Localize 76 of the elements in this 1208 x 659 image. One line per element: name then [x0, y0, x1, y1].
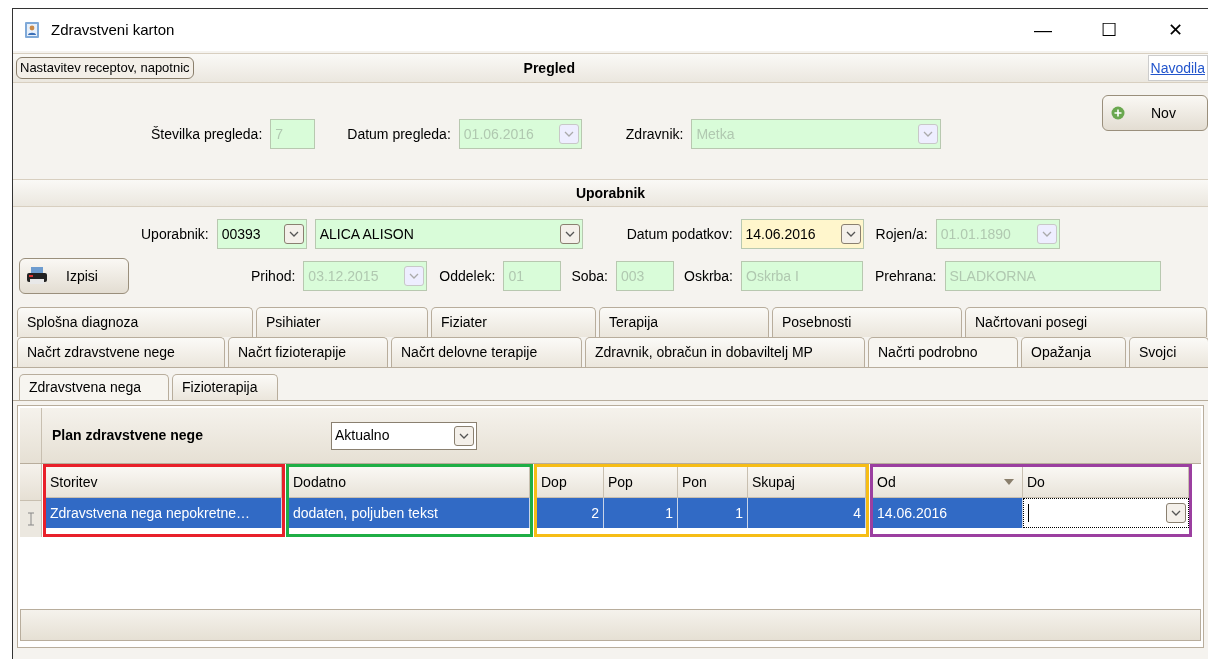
chevron-down-icon	[288, 231, 299, 237]
field-label: Prihod:	[251, 266, 296, 286]
tab[interactable]: Svojci	[1129, 337, 1208, 367]
dropdown-arrow-button[interactable]	[559, 224, 580, 244]
address-book-icon	[23, 21, 41, 39]
section-header: Uporabnik	[575, 183, 646, 203]
dropdown-arrow-button[interactable]	[283, 224, 304, 244]
chevron-down-icon	[409, 273, 420, 279]
new-button[interactable]: Nov	[1102, 95, 1208, 131]
field-label: Zdravnik:	[625, 124, 684, 144]
chevron-down-icon	[458, 432, 469, 439]
field-label: Datum podatkov:	[626, 224, 733, 244]
chevron-down-icon	[845, 231, 856, 237]
column-header[interactable]: Storitev	[46, 467, 282, 498]
window-title: Zdravstveni karton	[51, 19, 175, 40]
tab[interactable]: Terapija	[599, 307, 769, 337]
table-cell: 4	[748, 498, 866, 528]
tab[interactable]: Načrtovani posegi	[965, 307, 1207, 337]
field-label: Prehrana:	[875, 266, 937, 286]
field-label: Številka pregleda:	[151, 124, 263, 144]
tab[interactable]: Načrt fizioterapije	[228, 337, 388, 367]
chevron-down-icon	[563, 131, 574, 137]
column-header[interactable]: Do	[1023, 467, 1189, 498]
tab[interactable]: Zdravnik, obračun in dobaviltelj MP	[585, 337, 865, 367]
field-label: Rojen/a:	[875, 224, 928, 244]
tab[interactable]: Načrt delovne terapije	[391, 337, 582, 367]
combo-field[interactable]: 14.06.2016	[740, 219, 864, 249]
dropdown-arrow-button[interactable]	[453, 425, 474, 446]
tab[interactable]: Zdravstvena nega	[19, 374, 169, 400]
column-header[interactable]: Pop	[604, 467, 678, 498]
chevron-down-icon	[1171, 510, 1181, 516]
column-header[interactable]: Dodatno	[289, 467, 530, 498]
chevron-down-icon	[1041, 231, 1052, 237]
chevron-down-icon	[564, 231, 575, 237]
grid-title: Plan zdravstvene nege	[52, 426, 203, 445]
minimize-button[interactable]: —	[1010, 10, 1076, 50]
chevron-down-icon	[923, 131, 934, 137]
column-header[interactable]: Dop	[537, 467, 604, 498]
printer-icon	[26, 266, 48, 286]
tab[interactable]: Načrt zdravstvene nege	[17, 337, 225, 367]
table-cell: 14.06.2016	[873, 498, 1023, 528]
combo-field[interactable]: 00393	[216, 219, 307, 249]
column-header[interactable]: Pon	[678, 467, 748, 498]
field-label: Oddelek:	[439, 266, 496, 286]
filter-dropdown[interactable]: Aktualno	[330, 421, 477, 450]
table-cell: 1	[604, 498, 678, 528]
tab[interactable]: Psihiater	[256, 307, 428, 337]
tab[interactable]: Fiziater	[431, 307, 596, 337]
column-header[interactable]: Od	[873, 467, 1023, 498]
plus-icon	[1111, 106, 1125, 120]
tab[interactable]: Opažanja	[1021, 337, 1126, 367]
maximize-button[interactable]: ☐	[1076, 10, 1142, 50]
tab[interactable]: Fizioterapija	[172, 374, 278, 400]
table-cell: 2	[537, 498, 604, 528]
sort-arrow-icon	[1004, 479, 1014, 485]
tab[interactable]: Posebnosti	[772, 307, 962, 337]
table-cell: Zdravstvena nega nepokretne…	[46, 498, 282, 528]
print-button[interactable]: Izpisi	[19, 258, 129, 294]
field-label: Oskrba:	[684, 266, 733, 286]
field-label: Soba:	[571, 266, 608, 286]
tab[interactable]: Načrti podrobno	[868, 337, 1018, 367]
help-link[interactable]: Navodila	[1147, 55, 1208, 81]
column-header[interactable]: Skupaj	[748, 467, 866, 498]
table-cell: dodaten, poljuben tekst	[289, 498, 530, 528]
field-label: Datum pregleda:	[347, 124, 451, 144]
prescriptions-button[interactable]: Nastavitev receptov, napotnic	[16, 57, 194, 79]
combo-field[interactable]: ALICA ALISON	[314, 219, 583, 249]
dropdown-arrow-button[interactable]	[840, 224, 861, 244]
close-button[interactable]: ✕	[1142, 10, 1208, 50]
section-header: Pregled	[523, 58, 575, 78]
field-label: Uporabnik:	[141, 224, 209, 244]
date-editor-field[interactable]	[1023, 498, 1189, 528]
tab[interactable]: Splošna diagnoza	[17, 307, 253, 337]
dropdown-arrow-button[interactable]	[1166, 503, 1186, 523]
table-cell: 1	[678, 498, 748, 528]
text-cursor-icon	[27, 512, 34, 526]
